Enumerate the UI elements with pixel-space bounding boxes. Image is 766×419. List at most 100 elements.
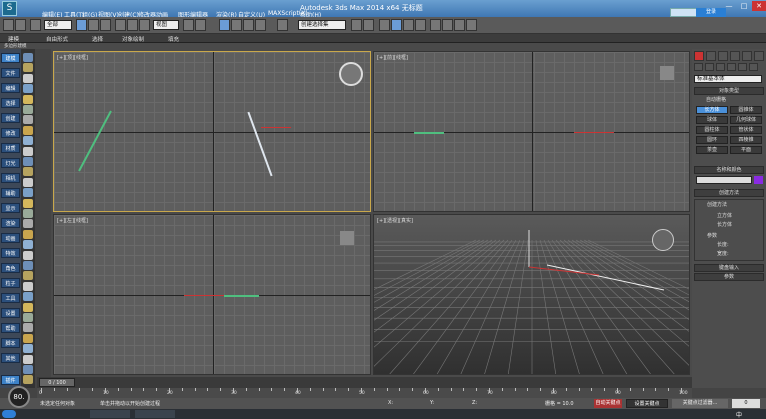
rotate-icon[interactable] [127, 19, 138, 31]
tool-icon[interactable] [23, 94, 33, 104]
tool-icon[interactable] [23, 323, 33, 333]
autokey-button[interactable]: 自动关键点 [594, 399, 622, 408]
motion-tab-icon[interactable] [730, 51, 740, 61]
maximize-icon[interactable]: □ [737, 1, 751, 11]
app-logo-icon[interactable]: S [2, 1, 17, 16]
tool-icon[interactable] [23, 261, 33, 270]
taskbar-app[interactable] [135, 410, 175, 418]
ribbon-tab[interactable]: 对象绘制 [122, 35, 144, 43]
object-type-button[interactable]: 长方体 [696, 106, 728, 114]
cameras-icon[interactable] [727, 63, 736, 71]
select-by-name-icon[interactable] [88, 19, 99, 31]
object-type-button[interactable]: 圆环 [696, 136, 728, 144]
viewport-front[interactable]: [+][前][线框] [373, 51, 690, 212]
plugin-item[interactable]: 粒子 [1, 278, 20, 288]
plugin-item[interactable]: 选择 [1, 98, 20, 108]
plugin-item[interactable]: 其他 [1, 353, 20, 363]
rect-select-icon[interactable] [100, 19, 111, 31]
plugin-item[interactable]: 脚本 [1, 338, 20, 348]
tool-icon[interactable] [23, 84, 33, 94]
autogrid-checkbox[interactable]: 自动栅格 [706, 96, 726, 104]
plugin-item[interactable]: 渲染 [1, 218, 20, 228]
ime-indicator[interactable]: 中 [736, 410, 742, 419]
close-icon[interactable]: ✕ [752, 1, 766, 11]
object-type-button[interactable]: 四棱锥 [730, 136, 762, 144]
tool-icon[interactable] [23, 240, 33, 250]
tool-icon[interactable] [23, 146, 33, 156]
radio-option[interactable]: 立方体 [717, 212, 732, 220]
rollout[interactable]: 键盘输入 [694, 264, 764, 272]
tool-icon[interactable] [23, 53, 33, 62]
object-type-button[interactable]: 圆柱体 [696, 126, 728, 134]
tool-icon[interactable] [23, 281, 33, 291]
key-filter-button[interactable]: 关键点过滤器... [672, 399, 728, 408]
object-type-button[interactable]: 平面 [730, 146, 762, 154]
tool-icon[interactable] [23, 229, 33, 239]
plugin-item[interactable]: 工具 [1, 293, 20, 303]
material-editor-icon[interactable] [430, 19, 441, 31]
taskbar-app[interactable] [90, 410, 130, 418]
helpers-icon[interactable] [738, 63, 747, 71]
frame-field[interactable]: 0 [732, 399, 760, 408]
rendered-frame-icon[interactable] [454, 19, 465, 31]
radio-option[interactable]: 长方体 [717, 221, 732, 229]
layer-manager-icon[interactable] [379, 19, 390, 31]
name-color-rollout[interactable]: 名称和颜色 [694, 166, 764, 174]
track-bar[interactable]: 0 10 20 30 40 50 60 70 80 90 100 [37, 388, 692, 398]
plugin-bottom-item[interactable]: 插件 [1, 375, 20, 385]
viewport-perspective[interactable]: [+][透视][真实] [373, 214, 690, 375]
tool-icon[interactable] [23, 157, 33, 166]
object-type-button[interactable]: 球体 [696, 116, 728, 124]
setkey-button[interactable]: 设置关键点 [626, 399, 668, 408]
tool-icon[interactable] [23, 344, 33, 354]
hierarchy-tab-icon[interactable] [718, 51, 728, 61]
time-slider-thumb[interactable]: 0 / 100 [39, 378, 75, 387]
object-type-button[interactable]: 圆锥体 [730, 106, 762, 114]
geometry-icon[interactable] [694, 63, 703, 71]
plugin-item[interactable]: 特效 [1, 248, 20, 258]
tool-icon[interactable] [23, 250, 33, 260]
viewcube-icon[interactable] [660, 66, 674, 80]
viewcube-icon[interactable] [652, 229, 674, 251]
tool-icon[interactable] [23, 333, 33, 343]
viewport-label[interactable]: [+][左][线框] [57, 217, 88, 224]
select-object-icon[interactable] [76, 19, 87, 31]
viewport-label[interactable]: [+][透视][真实] [377, 217, 413, 224]
utilities-tab-icon[interactable] [754, 51, 764, 61]
plugin-item[interactable]: 灯光 [1, 158, 20, 168]
tool-icon[interactable] [23, 73, 33, 83]
tool-icon[interactable] [23, 125, 33, 135]
tool-icon[interactable] [23, 105, 33, 114]
plugin-item[interactable]: 动画 [1, 233, 20, 243]
undo-icon[interactable] [3, 19, 14, 31]
scale-icon[interactable] [139, 19, 150, 31]
reference-coord-dropdown[interactable]: 视图 [153, 20, 179, 30]
plugin-item[interactable]: 创建 [1, 113, 20, 123]
render-icon[interactable] [466, 19, 477, 31]
tool-icon[interactable] [23, 209, 33, 218]
display-tab-icon[interactable] [742, 51, 752, 61]
align-icon[interactable] [363, 19, 374, 31]
plugin-item[interactable]: 辅助 [1, 188, 20, 198]
time-slider[interactable]: 0 / 100 [37, 377, 692, 388]
curve-editor-icon[interactable] [403, 19, 414, 31]
lights-icon[interactable] [716, 63, 725, 71]
name-field[interactable] [696, 176, 752, 184]
object-type-button[interactable]: 管状体 [730, 126, 762, 134]
object-type-button[interactable]: 茶壶 [696, 146, 728, 154]
ribbon-tab[interactable]: 建模 [8, 35, 19, 43]
tool-icon[interactable] [23, 365, 33, 374]
plugin-item[interactable]: 相机 [1, 173, 20, 183]
tool-icon[interactable] [23, 188, 33, 198]
category-dropdown[interactable]: 标准基本体 [694, 75, 762, 83]
edit-named-sets-icon[interactable] [277, 19, 288, 31]
tool-icon[interactable] [23, 177, 33, 187]
tool-icon[interactable] [23, 375, 33, 385]
plugin-item[interactable]: 修改 [1, 128, 20, 138]
spinner-snap-icon[interactable] [255, 19, 266, 31]
schematic-view-icon[interactable] [415, 19, 426, 31]
tool-icon[interactable] [23, 219, 33, 229]
modify-tab-icon[interactable] [706, 51, 716, 61]
viewport-label[interactable]: [+][前][线框] [377, 54, 408, 61]
color-swatch[interactable] [754, 176, 763, 184]
